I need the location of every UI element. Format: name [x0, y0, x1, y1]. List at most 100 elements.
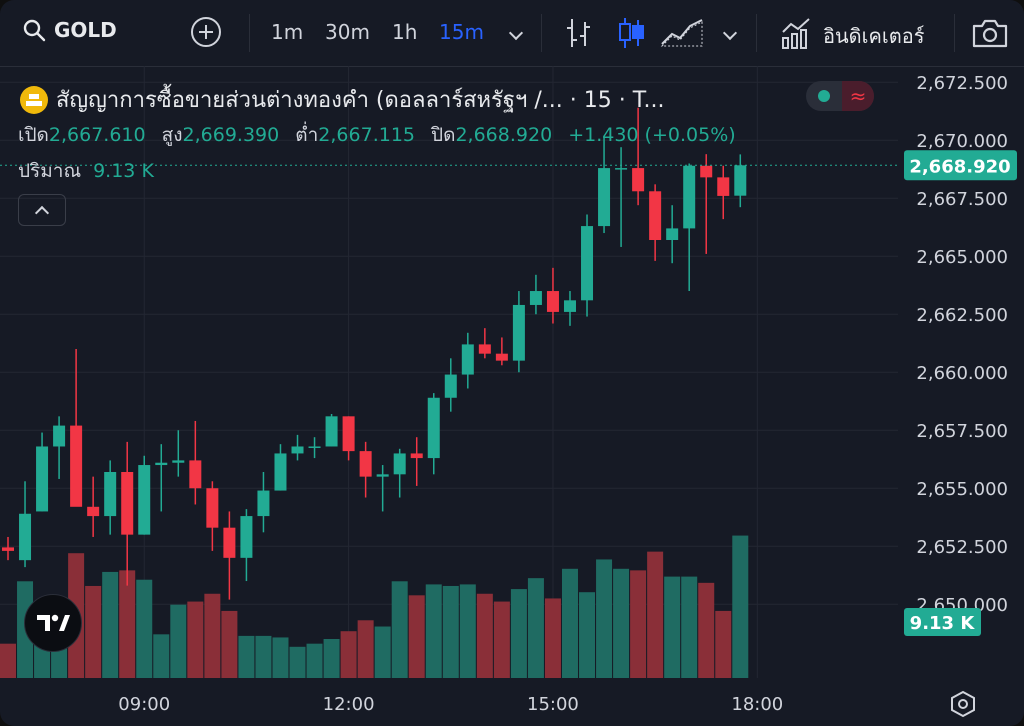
- volume-legend: ปริมาณ 9.13 K: [18, 156, 154, 186]
- volume-bar: [647, 551, 664, 678]
- volume-bar: [664, 576, 681, 678]
- candle: [121, 441, 134, 586]
- candle: [189, 420, 202, 505]
- candle-body: [206, 488, 219, 528]
- price-axis-label: 2,652.500: [916, 537, 1008, 558]
- chart-app: GOLD 1m 30m 1h 15m อินดิเคเตอร์ 2,672.50…: [0, 0, 1024, 726]
- volume-bar: [289, 646, 306, 678]
- volume-bar: [0, 643, 16, 678]
- candle-body: [19, 513, 32, 561]
- candle: [342, 416, 355, 461]
- close-value: 2,668.920: [455, 124, 553, 146]
- volume-bar: [425, 584, 442, 678]
- candle: [274, 444, 287, 491]
- candle-body: [563, 300, 576, 312]
- volume-bar: [102, 571, 119, 678]
- candle: [717, 165, 730, 220]
- delayed-data-icon: ≈: [842, 81, 874, 111]
- candle: [2, 536, 14, 561]
- volume-bar: [204, 593, 221, 678]
- low-value: 2,667.115: [318, 124, 415, 146]
- candle: [615, 147, 628, 247]
- open-label: เปิด: [18, 124, 49, 146]
- candle-body: [172, 460, 185, 463]
- candle: [563, 291, 576, 326]
- candle-body: [393, 453, 406, 475]
- candle-body: [138, 465, 151, 535]
- time-axis-label: 09:00: [118, 694, 170, 715]
- volume-bar: [459, 584, 476, 678]
- candle: [478, 328, 491, 359]
- price-axis-label: 2,657.500: [916, 421, 1008, 442]
- candle: [172, 430, 185, 477]
- instrument-title[interactable]: สัญญาการซื้อขายส่วนต่างทองคำ (ดอลลาร์สหร…: [56, 82, 665, 117]
- candle: [155, 444, 168, 512]
- time-axis-label: 18:00: [731, 694, 783, 715]
- candle: [529, 274, 542, 315]
- volume-bar: [613, 568, 630, 678]
- volume-bar: [442, 585, 459, 678]
- volume-bar: [306, 643, 323, 678]
- candle-body: [308, 446, 321, 448]
- volume-bar: [732, 535, 749, 678]
- candle: [19, 481, 32, 568]
- volume-bar: [85, 585, 102, 678]
- price-axis-label: 2,660.000: [916, 363, 1008, 384]
- candle-body: [291, 446, 304, 454]
- candle-body: [410, 453, 423, 459]
- volume-bar: [715, 610, 732, 678]
- change-value: +1.430 (+0.05%): [568, 124, 736, 146]
- candle: [393, 448, 406, 498]
- volume-bar: [374, 626, 391, 678]
- volume-bar: [119, 570, 136, 678]
- candle-body: [70, 425, 83, 507]
- candle-body: [87, 506, 100, 517]
- candle-body: [155, 462, 168, 466]
- candle: [257, 472, 270, 533]
- volume-bar: [681, 576, 698, 678]
- candle-body: [359, 451, 372, 477]
- candle-body: [342, 416, 355, 452]
- candle: [87, 476, 100, 537]
- volume-bar: [493, 601, 510, 678]
- candle-body: [104, 472, 117, 517]
- volume-bar: [255, 635, 272, 678]
- candle-body: [598, 168, 611, 227]
- candle: [546, 267, 559, 324]
- volume-label: ปริมาณ: [18, 160, 82, 182]
- candle-body: [683, 165, 696, 229]
- volume-bar: [527, 578, 544, 678]
- price-axis-label: 2,662.500: [916, 305, 1008, 326]
- high-value: 2,669.390: [182, 124, 280, 146]
- candle: [581, 214, 594, 317]
- volume-bar: [561, 568, 578, 678]
- time-axis-label: 12:00: [323, 694, 375, 715]
- ohlc-values: เปิด2,667.610 สูง2,669.390 ต่ำ2,667.115 …: [18, 120, 736, 150]
- candle: [325, 414, 338, 447]
- candle: [291, 434, 304, 461]
- market-status-pill[interactable]: ≈: [806, 81, 874, 111]
- chart-settings-icon[interactable]: [950, 690, 976, 718]
- tradingview-logo[interactable]: [24, 594, 82, 652]
- gold-coin-icon: [20, 85, 48, 114]
- candle-body: [2, 547, 14, 551]
- collapse-legend-button[interactable]: [18, 194, 66, 226]
- time-axis-label: 15:00: [527, 694, 579, 715]
- price-axis-label: 2,672.500: [916, 73, 1008, 94]
- candle: [104, 460, 117, 535]
- candle: [495, 337, 508, 366]
- candle: [649, 184, 662, 261]
- volume-bar: [136, 579, 153, 678]
- candle: [359, 441, 372, 498]
- candle-body: [325, 416, 338, 447]
- candle-body: [461, 344, 474, 375]
- candle: [206, 481, 219, 551]
- price-axis-label: 2,667.500: [916, 189, 1008, 210]
- candle: [512, 291, 525, 373]
- candle-body: [529, 291, 542, 305]
- volume-bar: [408, 595, 425, 678]
- candle-body: [53, 425, 66, 447]
- candle-body: [240, 516, 253, 558]
- candle: [53, 416, 66, 479]
- candle: [666, 205, 679, 264]
